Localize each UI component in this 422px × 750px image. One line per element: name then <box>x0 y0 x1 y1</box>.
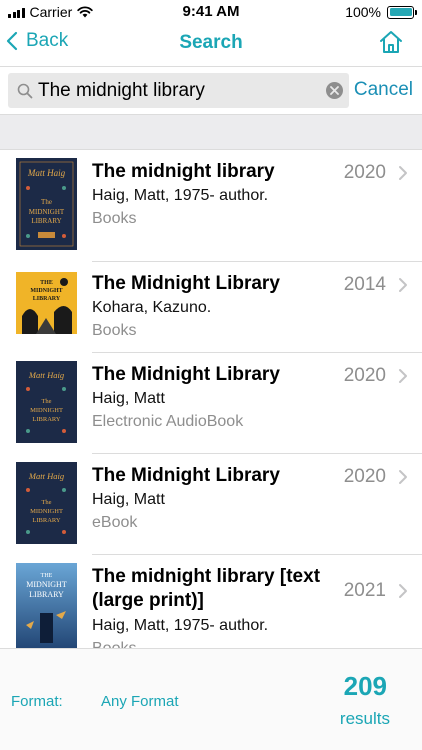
search-icon <box>17 83 33 99</box>
svg-text:LIBRARY: LIBRARY <box>31 217 61 225</box>
result-author: Haig, Matt <box>92 390 165 407</box>
result-row[interactable]: Matt Haig The MIDNIGHT LIBRARY The Midni… <box>0 353 422 454</box>
cover-author-text: Matt Haig <box>27 168 66 178</box>
chevron-right-icon <box>399 369 407 383</box>
result-year: 2020 <box>343 466 386 487</box>
book-cover-image: Matt Haig The MIDNIGHT LIBRARY <box>16 361 77 443</box>
clear-search-icon[interactable] <box>326 82 343 99</box>
result-format: Books <box>92 322 137 339</box>
chevron-right-icon <box>399 470 407 484</box>
cancel-button[interactable]: Cancel <box>354 79 413 101</box>
svg-text:LIBRARY: LIBRARY <box>33 296 61 302</box>
svg-text:LIBRARY: LIBRARY <box>32 416 60 423</box>
result-author: Kohara, Kazuno. <box>92 299 212 316</box>
chevron-right-icon <box>399 584 407 598</box>
svg-text:MIDNIGHT: MIDNIGHT <box>26 580 67 589</box>
result-author: Haig, Matt, 1975- author. <box>92 617 269 634</box>
svg-text:The: The <box>41 398 51 405</box>
result-year: 2021 <box>343 580 386 601</box>
battery-icon <box>387 5 417 19</box>
search-row: Cancel <box>0 66 422 114</box>
svg-text:MIDNIGHT: MIDNIGHT <box>30 508 63 515</box>
result-format: Electronic AudioBook <box>92 413 244 430</box>
svg-text:MIDNIGHT: MIDNIGHT <box>29 208 65 216</box>
svg-text:THE: THE <box>41 573 53 579</box>
result-title: The Midnight Library <box>92 364 280 385</box>
cover-author-text: Matt Haig <box>28 471 64 481</box>
result-title: The Midnight Library <box>92 465 280 486</box>
result-format: eBook <box>92 514 138 531</box>
format-filter-label: Format: <box>11 693 63 710</box>
result-title: The midnight library <box>92 161 275 182</box>
book-cover-image: Matt Haig The MIDNIGHT LIBRARY <box>16 462 77 544</box>
search-input[interactable] <box>38 73 318 108</box>
chevron-right-icon <box>399 278 407 292</box>
result-title: The Midnight Library <box>92 273 280 294</box>
battery-percent: 100% <box>345 4 381 20</box>
search-bar[interactable] <box>8 73 349 108</box>
results-list[interactable]: Matt Haig The MIDNIGHT LIBRARY The midni… <box>0 150 422 648</box>
status-right: 100% <box>345 4 417 20</box>
page-title: Search <box>179 32 243 53</box>
chevron-right-icon <box>399 166 407 180</box>
home-icon[interactable] <box>378 29 404 55</box>
result-row[interactable]: Matt Haig The MIDNIGHT LIBRARY The Midni… <box>0 454 422 555</box>
format-filter-button[interactable]: Any Format <box>101 693 179 710</box>
status-bar: Carrier 9:41 AM 100% <box>0 0 422 24</box>
result-row[interactable]: Matt Haig The MIDNIGHT LIBRARY The midni… <box>0 150 422 262</box>
svg-text:The: The <box>41 198 52 206</box>
results-section-header <box>0 114 422 150</box>
result-format: Books <box>92 640 136 648</box>
book-cover-image: Matt Haig The MIDNIGHT LIBRARY <box>16 158 77 250</box>
results-footer: Format: Any Format 209 results <box>0 648 422 750</box>
result-format: Books <box>92 210 137 227</box>
svg-text:LIBRARY: LIBRARY <box>32 517 60 524</box>
cover-author-text: Matt Haig <box>28 370 64 380</box>
result-year: 2020 <box>343 162 386 183</box>
svg-text:MIDNIGHT: MIDNIGHT <box>30 407 63 414</box>
result-row[interactable]: THE MIDNIGHT LIBRARY The midnight librar… <box>0 555 422 648</box>
book-cover-image: THE MIDNIGHT LIBRARY <box>16 272 77 334</box>
results-count: 209 <box>343 671 387 701</box>
result-year: 2014 <box>343 274 386 295</box>
result-author: Haig, Matt <box>92 491 165 508</box>
results-count-label: results <box>339 709 390 728</box>
book-cover-image: THE MIDNIGHT LIBRARY <box>16 563 77 648</box>
svg-text:LIBRARY: LIBRARY <box>29 590 64 599</box>
svg-text:THE: THE <box>40 280 53 286</box>
result-year: 2020 <box>343 365 386 386</box>
result-author: Haig, Matt, 1975- author. <box>92 187 269 204</box>
result-row[interactable]: THE MIDNIGHT LIBRARY The Midnight Librar… <box>0 262 422 353</box>
result-title: The midnight library [text (large print)… <box>92 566 321 611</box>
svg-text:MIDNIGHT: MIDNIGHT <box>30 288 62 294</box>
nav-bar: Back Search <box>0 24 422 66</box>
svg-text:The: The <box>41 499 51 506</box>
